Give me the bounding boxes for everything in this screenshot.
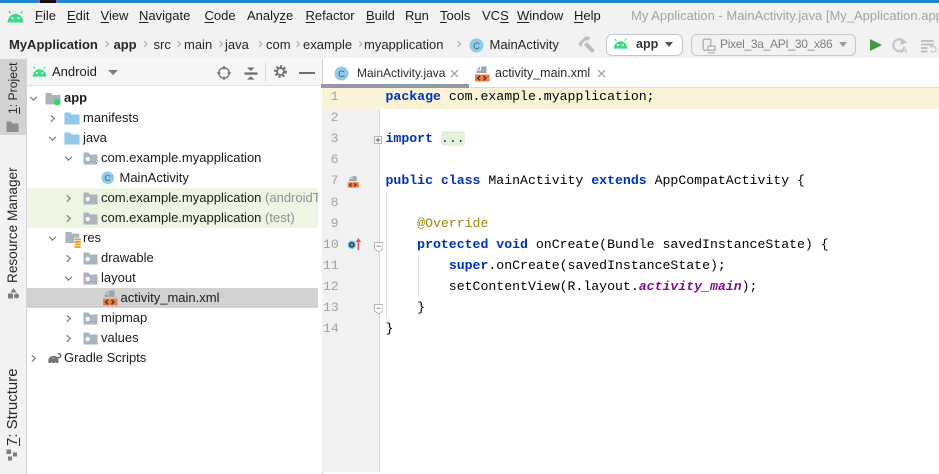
svg-text:A: A: [901, 45, 908, 54]
svg-text:C: C: [105, 172, 111, 182]
svg-text:C: C: [338, 69, 345, 80]
svg-text:C: C: [473, 41, 480, 52]
